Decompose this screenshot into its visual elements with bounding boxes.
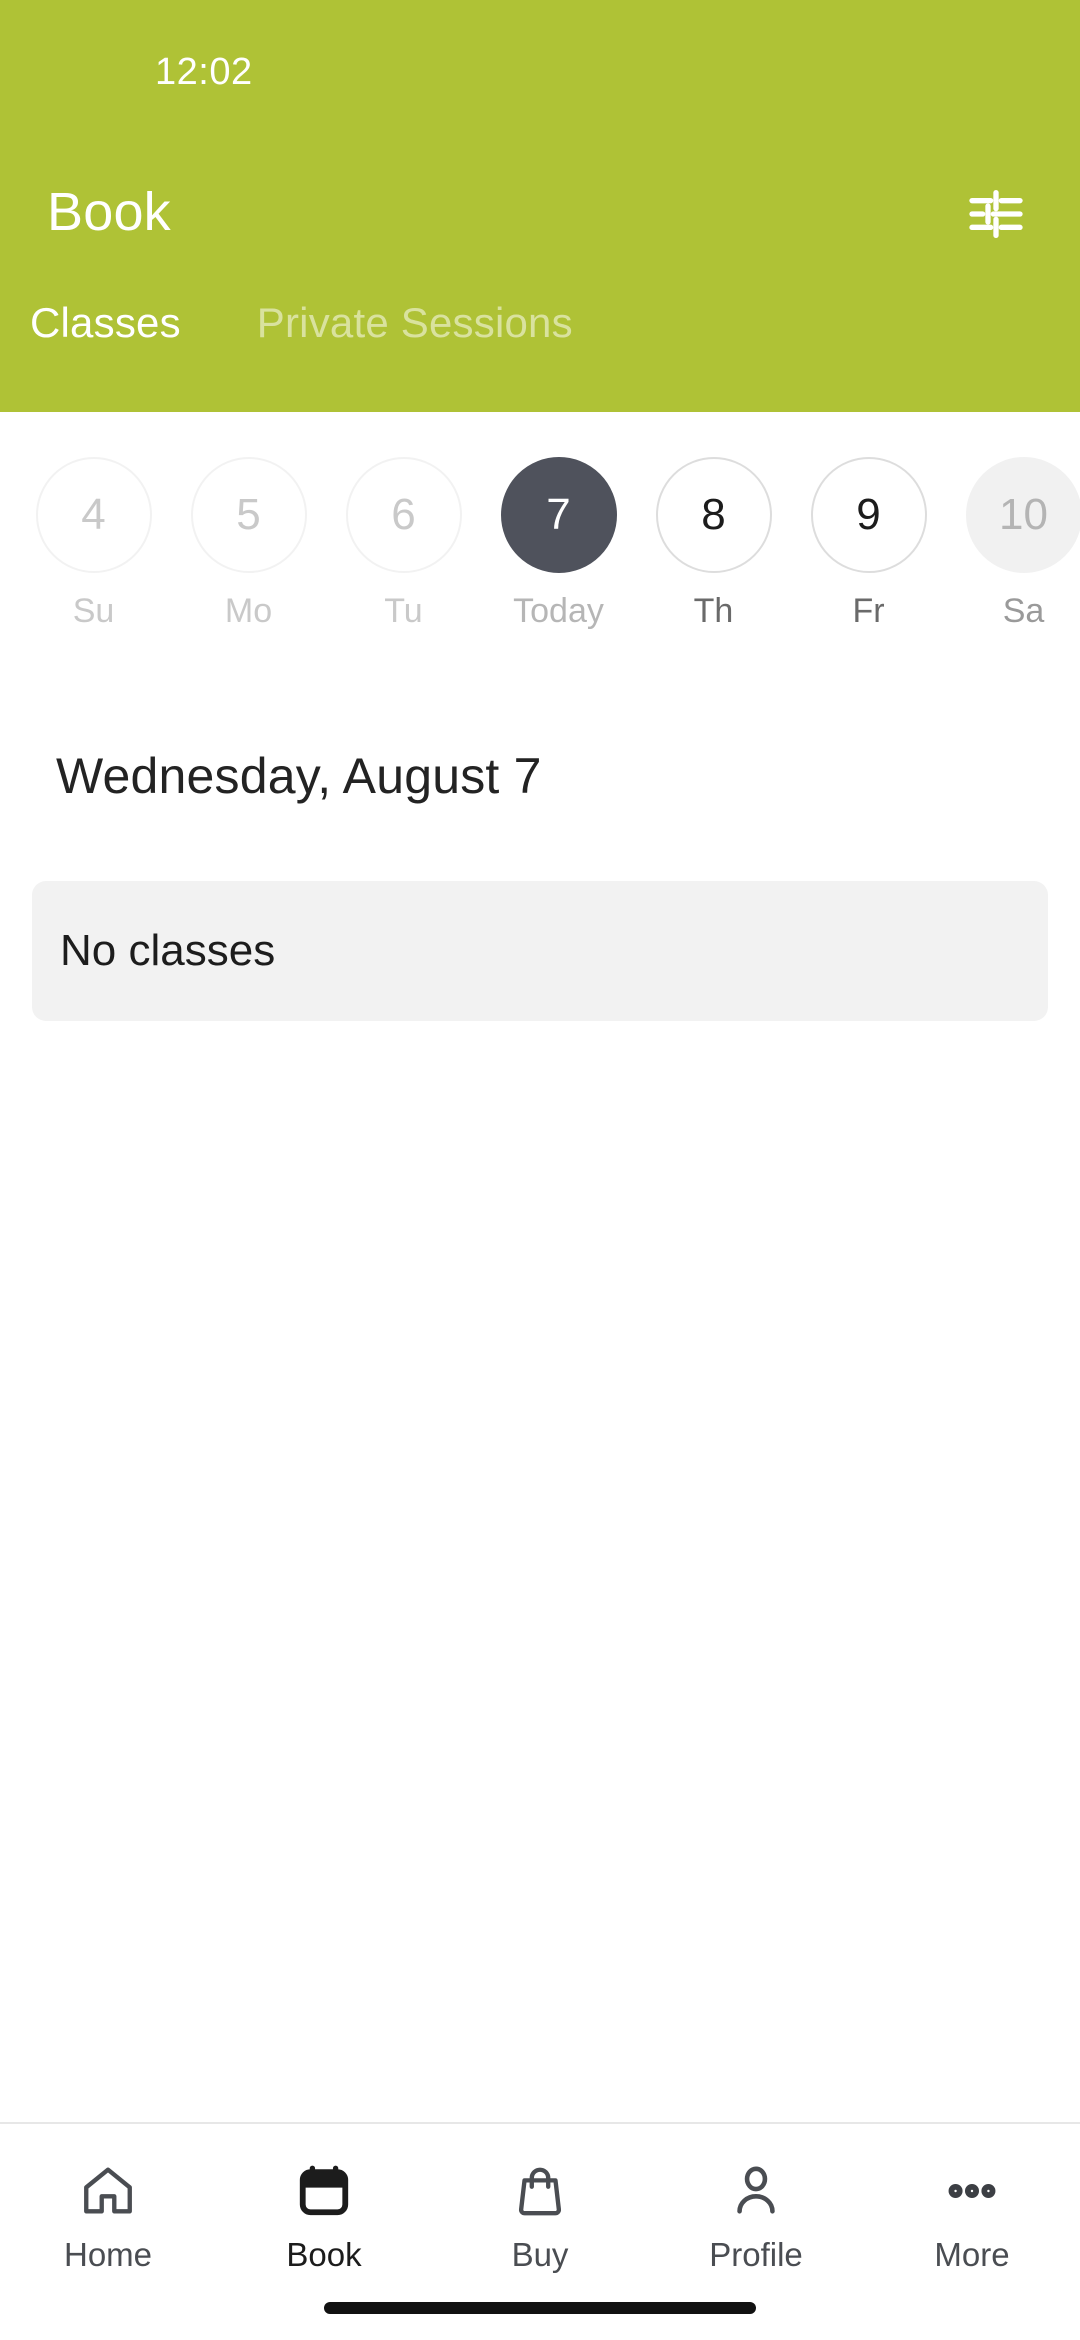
date-weekday: Sa <box>1002 592 1045 630</box>
date-cell-5[interactable]: 5 Mo <box>171 412 326 633</box>
selected-day-heading: Wednesday, August 7 <box>56 748 542 804</box>
date-cell-8[interactable]: 8 Th <box>636 412 791 633</box>
no-classes-card: No classes <box>32 881 1048 1021</box>
tab-private-sessions[interactable]: Private Sessions <box>257 295 573 351</box>
date-number: 10 <box>965 457 1080 573</box>
date-number: 8 <box>655 457 772 573</box>
tab-classes[interactable]: Classes <box>30 295 181 351</box>
app-root: 12:02 Book Classes Private Sessions 4 Su… <box>0 0 1080 2340</box>
date-cell-7-selected[interactable]: 7 Today <box>481 412 636 633</box>
date-cell-9[interactable]: 9 Fr <box>791 412 946 633</box>
nav-item-book[interactable]: Book <box>216 2124 432 2284</box>
tune-icon <box>964 182 1028 246</box>
status-bar: 12:02 <box>0 0 1080 150</box>
date-strip[interactable]: 4 Su 5 Mo 6 Tu 7 Today 8 Th 9 Fr 10 Sa <box>0 412 1080 662</box>
bottom-navigation: Home Book Buy Profile More <box>0 2122 1080 2340</box>
nav-label-more: More <box>934 2236 1010 2273</box>
more-dots-icon <box>943 2160 1001 2222</box>
date-number: 9 <box>810 457 927 573</box>
page-title: Book <box>47 182 171 242</box>
nav-label-buy: Buy <box>511 2236 569 2273</box>
nav-label-profile: Profile <box>709 2236 803 2273</box>
nav-item-more[interactable]: More <box>864 2124 1080 2284</box>
status-bar-clock: 12:02 <box>155 51 253 93</box>
nav-item-profile[interactable]: Profile <box>648 2124 864 2284</box>
date-number: 7 <box>500 457 617 573</box>
home-indicator <box>324 2302 756 2314</box>
nav-label-book: Book <box>286 2236 362 2273</box>
nav-item-buy[interactable]: Buy <box>432 2124 648 2284</box>
nav-item-home[interactable]: Home <box>0 2124 216 2284</box>
date-weekday: Su <box>72 592 115 630</box>
shopping-bag-icon <box>511 2160 569 2222</box>
header-tabs: Classes Private Sessions <box>0 295 1080 385</box>
date-weekday: Mo <box>224 592 273 630</box>
bottom-nav-items: Home Book Buy Profile More <box>0 2124 1080 2284</box>
app-bar: Book <box>0 150 1080 280</box>
date-cell-6[interactable]: 6 Tu <box>326 412 481 633</box>
date-cell-4[interactable]: 4 Su <box>16 412 171 633</box>
date-number: 6 <box>345 457 462 573</box>
date-cell-10[interactable]: 10 Sa <box>946 412 1080 633</box>
home-icon <box>79 2160 137 2222</box>
no-classes-message: No classes <box>60 926 276 975</box>
date-weekday: Fr <box>852 592 885 630</box>
nav-label-home: Home <box>63 2236 153 2273</box>
date-number: 5 <box>190 457 307 573</box>
person-icon <box>727 2160 785 2222</box>
app-header: 12:02 Book Classes Private Sessions <box>0 0 1080 412</box>
date-weekday: Today <box>513 592 604 630</box>
date-number: 4 <box>35 457 152 573</box>
date-weekday: Tu <box>384 592 423 630</box>
filter-button[interactable] <box>958 176 1034 252</box>
calendar-icon <box>295 2160 353 2222</box>
date-weekday: Th <box>693 592 734 630</box>
